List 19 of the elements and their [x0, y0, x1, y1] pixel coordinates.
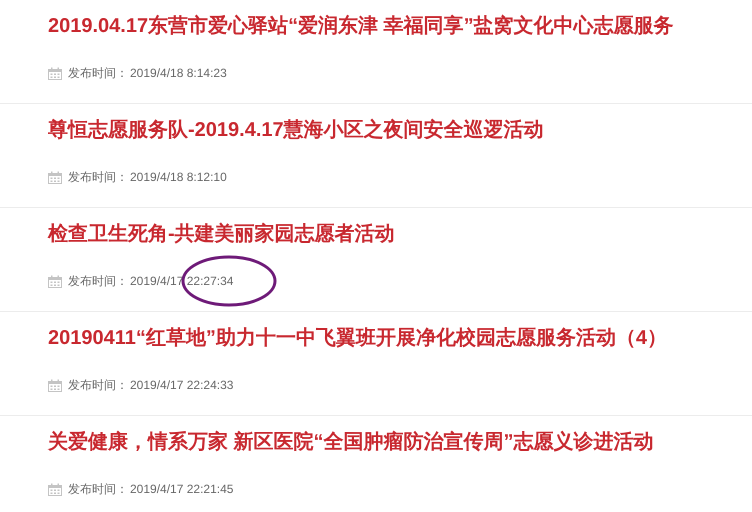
publish-date: 2019/4/17 22:24:33	[130, 378, 234, 392]
calendar-icon	[48, 482, 62, 496]
news-title-link[interactable]: 检查卫生死角-共建美丽家园志愿者活动	[48, 220, 395, 248]
date-label: 发布时间：	[68, 168, 128, 186]
calendar-icon	[48, 66, 62, 80]
publish-date: 2019/4/18 8:14:23	[130, 66, 227, 80]
date-label: 发布时间：	[68, 272, 128, 290]
calendar-icon	[48, 274, 62, 288]
publish-date: 2019/4/18 8:12:10	[130, 170, 227, 184]
publish-date: 2019/4/17 22:21:45	[130, 482, 234, 496]
date-label: 发布时间：	[68, 64, 128, 82]
news-title-link[interactable]: 尊恒志愿服务队-2019.4.17慧海小区之夜间安全巡逻活动	[48, 116, 544, 144]
news-title-link[interactable]: 20190411“红草地”助力十一中飞翼班开展净化校园志愿服务活动（4）	[48, 324, 668, 352]
calendar-icon	[48, 378, 62, 392]
date-label: 发布时间：	[68, 480, 128, 498]
date-label: 发布时间：	[68, 376, 128, 394]
calendar-icon	[48, 170, 62, 184]
news-title-link[interactable]: 关爱健康，情系万家 新区医院“全国肿瘤防治宣传周”志愿义诊进活动	[48, 428, 654, 456]
news-title-link[interactable]: 2019.04.17东营市爱心驿站“爱润东津 幸福同享”盐窝文化中心志愿服务	[48, 12, 674, 40]
